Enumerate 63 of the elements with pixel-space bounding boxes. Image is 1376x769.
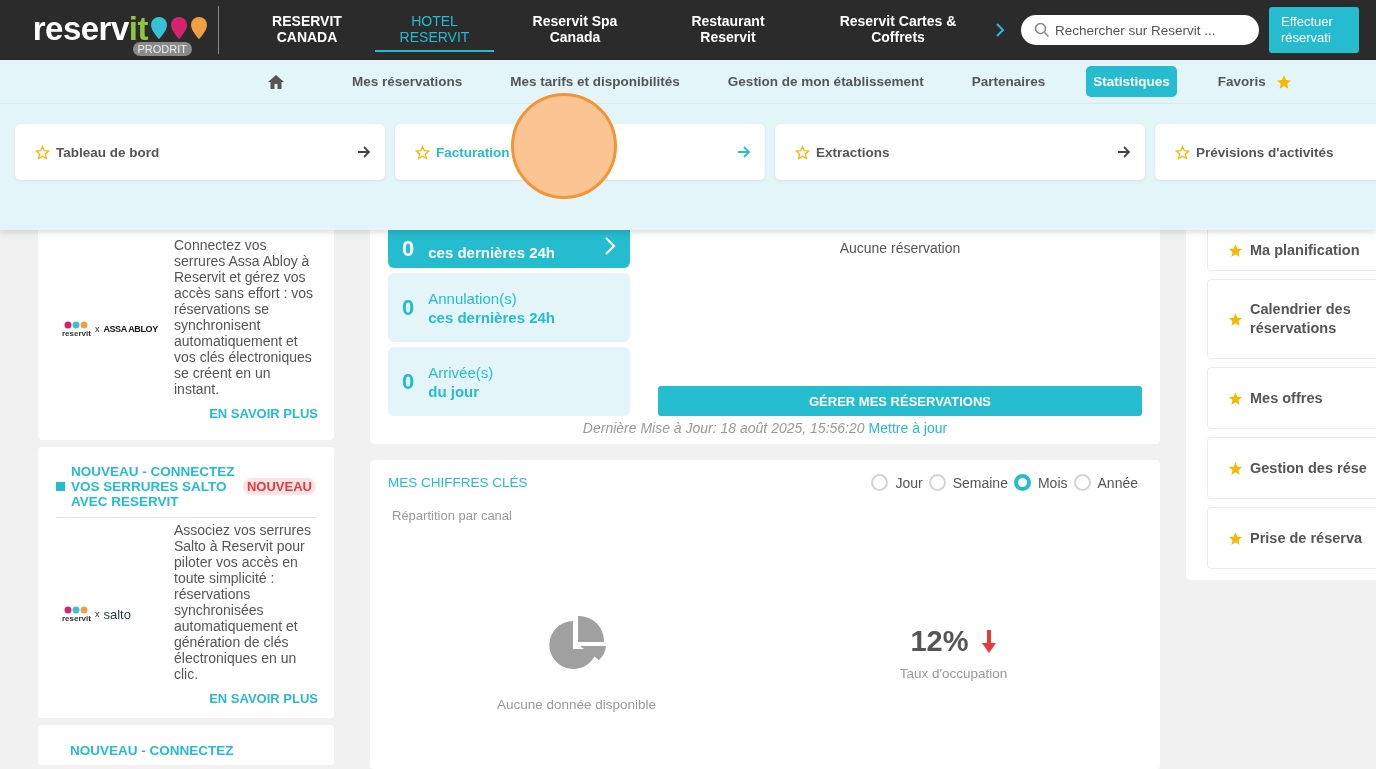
- stat-count: 0: [402, 368, 415, 395]
- star-outline-icon: [415, 144, 430, 160]
- favorite-shortcut[interactable]: Mes offres: [1207, 367, 1376, 429]
- favorite-shortcut[interactable]: Calendrier des réservations: [1207, 279, 1376, 359]
- promo-description: Associez vos serrures Salto à Reservit pour piloter vos accès en toute simplicité : réservations synchronisées automatiquement et génération de clés électroniques en un clic.: [174, 522, 312, 682]
- arrow-down-icon: [980, 629, 997, 654]
- top-nav-tab[interactable]: Reservit Cartes & Coffrets: [815, 8, 981, 52]
- stat-count: 0: [402, 294, 415, 321]
- reservit-logo[interactable]: reservit PRODRIT: [22, 4, 208, 56]
- menu-card[interactable]: Tableau de bord: [15, 124, 385, 180]
- star-icon: [1228, 460, 1243, 476]
- empty-message: Aucune réservation: [839, 240, 961, 256]
- sub-nav-tab[interactable]: Partenaires: [964, 66, 1053, 97]
- pin-icons-drawing: [150, 17, 208, 41]
- last-update-text: Dernière Mise à Jour: 18 août 2025, 15:56:20: [582, 420, 865, 436]
- occupancy-label: Taux d'occupation: [899, 666, 1008, 681]
- period-radio[interactable]: Année: [1073, 474, 1138, 491]
- star-icon: [1228, 242, 1243, 258]
- star-outline-icon: [795, 144, 810, 160]
- occupancy-value: 12%: [910, 625, 969, 658]
- chevron-right-icon[interactable]: [995, 23, 1005, 37]
- top-nav-tab[interactable]: RESERVIT CANADA: [249, 8, 365, 52]
- sub-nav-tab[interactable]: Gestion de mon établissement: [720, 66, 931, 97]
- chevron-right-icon: [604, 236, 616, 256]
- stat-period: du jour: [428, 381, 481, 401]
- star-icon: [1228, 390, 1243, 406]
- stat-count: 0: [402, 236, 415, 262]
- period-radio[interactable]: Jour: [871, 474, 923, 491]
- new-badge: NOUVEAU: [243, 478, 316, 495]
- period-radio[interactable]: Semaine: [928, 474, 1008, 491]
- promo-description: Connectez vos serrures Assa Abloy à Reservit et gérez vos accès sans effort : vos réservations se synchronisent automatiquement et vos clés électroniques se créent en un instant.: [174, 237, 315, 397]
- menu-card[interactable]: Prévisions d'activités: [1155, 124, 1376, 180]
- promo-title: NOUVEAU - CONNECTEZ: [70, 743, 234, 758]
- star-outline-icon: [35, 144, 50, 160]
- star-icon: [1228, 530, 1243, 546]
- home-icon[interactable]: [267, 73, 285, 90]
- favorite-shortcut[interactable]: Prise de réserva: [1207, 507, 1376, 569]
- sub-nav-tab[interactable]: Mes tarifs et disponibilités: [503, 66, 687, 97]
- stat-label: Annulation(s): [428, 288, 518, 308]
- search-field[interactable]: Rechercher sur Reservit ...: [1021, 15, 1259, 45]
- favorite-shortcut[interactable]: Ma planification: [1207, 230, 1376, 271]
- stat-label: Arrivée(s): [428, 362, 494, 382]
- star-outline-icon: [1175, 144, 1190, 160]
- sub-nav-tab[interactable]: Mes réservations: [345, 66, 470, 97]
- environment-badge: PRODRIT: [132, 42, 192, 56]
- search-icon: [1034, 22, 1050, 38]
- period-radio[interactable]: Mois: [1013, 474, 1068, 491]
- star-icon: [1228, 311, 1243, 327]
- no-data-message: Aucune donnée disponible: [496, 697, 657, 712]
- menu-card[interactable]: Extractions: [775, 124, 1145, 180]
- partner-logo: reservit x salto: [61, 605, 132, 623]
- partner-logo: reservit x ASSA ABLOY: [56, 320, 170, 338]
- top-nav-tab[interactable]: Restaurant Reservit: [665, 8, 791, 52]
- favorites-menu[interactable]: Favoris: [1210, 65, 1299, 98]
- favorite-shortcut[interactable]: Gestion des rése: [1207, 437, 1376, 499]
- star-icon: [1275, 73, 1292, 90]
- top-nav-tab[interactable]: HOTEL RESERVIT: [375, 8, 494, 52]
- chart-subtitle: Répartition par canal: [392, 508, 513, 523]
- promo-title: NOUVEAU - CONNECTEZ VOS SERRURES SALTO AVEC RESERVIT: [71, 464, 236, 509]
- stat-period: ces dernières 24h: [428, 243, 555, 262]
- section-title: MES CHIFFRES CLÉS: [388, 475, 528, 490]
- top-nav-tab[interactable]: Reservit Spa Canada: [512, 8, 638, 52]
- stat-period: ces dernières 24h: [428, 307, 555, 327]
